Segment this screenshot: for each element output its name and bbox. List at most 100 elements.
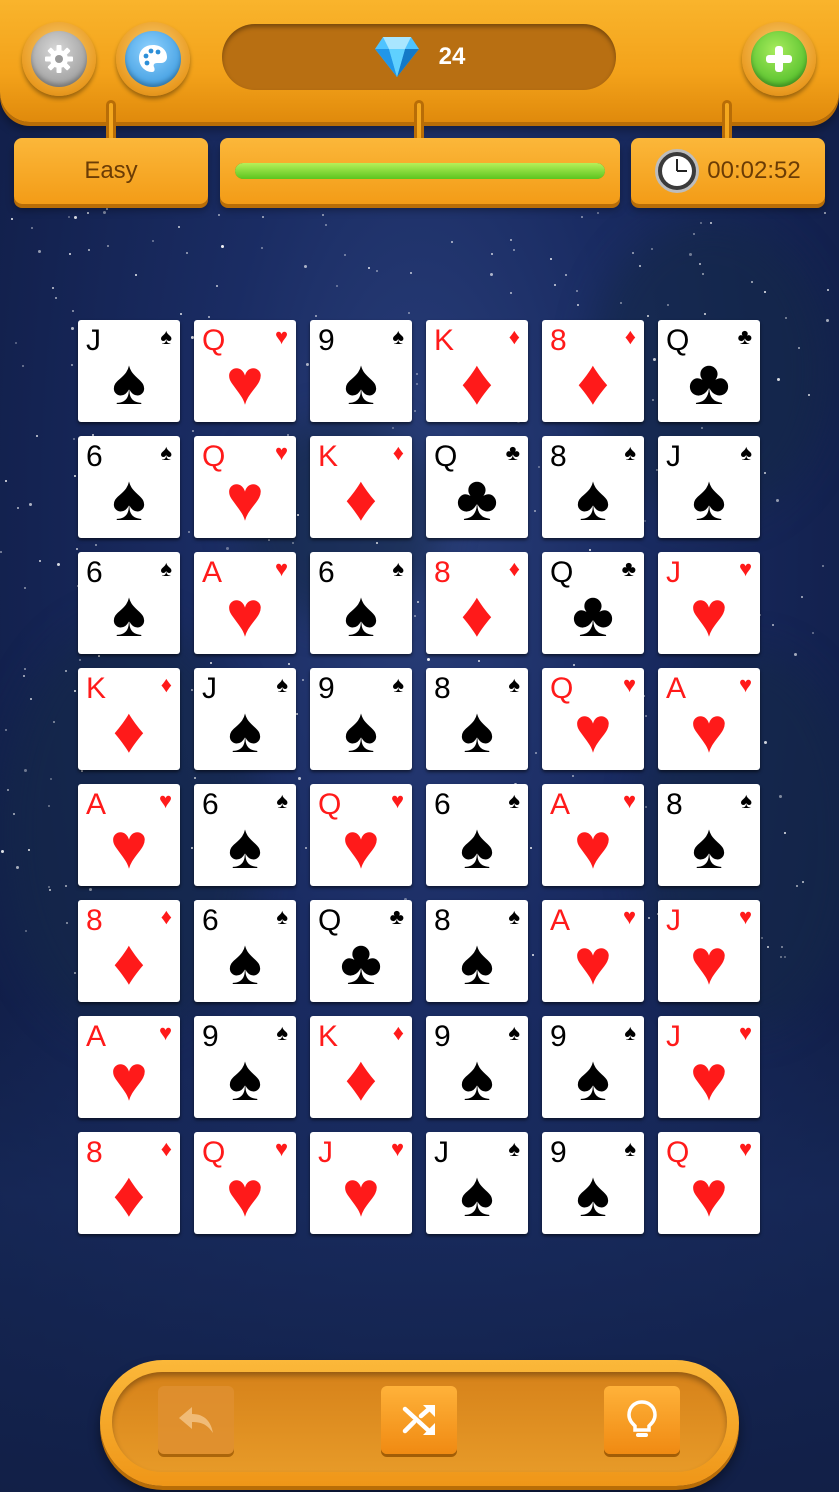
card[interactable]: A ♥ ♥ — [542, 784, 644, 886]
shuffle-icon — [402, 1405, 435, 1435]
palette-icon — [139, 45, 167, 72]
card[interactable]: K ♦ ♦ — [78, 668, 180, 770]
spade-icon: ♠ — [344, 578, 378, 650]
heart-icon: ♥ — [690, 578, 728, 650]
diamond-icon: ♦ — [112, 694, 146, 766]
card[interactable]: Q ♣ ♣ — [310, 900, 412, 1002]
card[interactable]: Q ♥ ♥ — [542, 668, 644, 770]
card[interactable]: A ♥ ♥ — [658, 668, 760, 770]
club-icon: ♣ — [737, 324, 752, 349]
card[interactable]: 9 ♠ ♠ — [310, 668, 412, 770]
add-gems-button[interactable] — [742, 22, 816, 96]
card[interactable]: 9 ♠ ♠ — [194, 1016, 296, 1118]
spade-icon: ♠ — [112, 462, 146, 534]
heart-icon: ♥ — [226, 346, 264, 418]
card[interactable]: J ♠ ♠ — [658, 436, 760, 538]
club-icon: ♣ — [572, 578, 614, 650]
spade-icon: ♠ — [740, 788, 752, 813]
spade-icon: ♠ — [460, 810, 494, 882]
shuffle-button[interactable] — [381, 1386, 457, 1454]
spade-icon: ♠ — [576, 1042, 610, 1114]
card[interactable]: 6 ♠ ♠ — [194, 900, 296, 1002]
card[interactable]: Q ♥ ♥ — [194, 436, 296, 538]
spade-icon: ♠ — [692, 462, 726, 534]
card[interactable]: Q ♥ ♥ — [194, 1132, 296, 1234]
card[interactable]: J ♥ ♥ — [658, 900, 760, 1002]
card[interactable]: 9 ♠ ♠ — [542, 1132, 644, 1234]
plus-icon — [766, 46, 792, 72]
card[interactable]: J ♥ ♥ — [658, 552, 760, 654]
card[interactable]: J ♠ ♠ — [426, 1132, 528, 1234]
club-icon: ♣ — [688, 346, 730, 418]
diamond-icon — [374, 37, 419, 77]
gem-counter: 24 — [222, 24, 616, 90]
progress-plate — [220, 138, 620, 204]
card[interactable]: 6 ♠ ♠ — [310, 552, 412, 654]
card[interactable]: 8 ♦ ♦ — [542, 320, 644, 422]
card[interactable]: 9 ♠ ♠ — [426, 1016, 528, 1118]
card[interactable]: 6 ♠ ♠ — [426, 784, 528, 886]
card[interactable]: A ♥ ♥ — [194, 552, 296, 654]
card[interactable]: K ♦ ♦ — [426, 320, 528, 422]
card[interactable]: 8 ♦ ♦ — [78, 900, 180, 1002]
card[interactable]: 8 ♦ ♦ — [426, 552, 528, 654]
heart-icon: ♥ — [274, 324, 288, 349]
spade-icon: ♠ — [392, 324, 404, 349]
theme-button[interactable] — [116, 22, 190, 96]
heart-icon: ♥ — [274, 440, 288, 465]
card[interactable]: A ♥ ♥ — [542, 900, 644, 1002]
card[interactable]: 6 ♠ ♠ — [78, 552, 180, 654]
diamond-icon: ♦ — [112, 1158, 146, 1230]
card[interactable]: Q ♣ ♣ — [542, 552, 644, 654]
spade-icon: ♠ — [460, 1158, 494, 1230]
spade-icon: ♠ — [624, 1020, 636, 1045]
card[interactable]: 6 ♠ ♠ — [194, 784, 296, 886]
card[interactable]: 6 ♠ ♠ — [78, 436, 180, 538]
card[interactable]: A ♥ ♥ — [78, 1016, 180, 1118]
card[interactable]: Q ♥ ♥ — [310, 784, 412, 886]
card[interactable]: Q ♣ ♣ — [658, 320, 760, 422]
card[interactable]: Q ♣ ♣ — [426, 436, 528, 538]
difficulty-plate: Easy — [14, 138, 208, 204]
card[interactable]: A ♥ ♥ — [78, 784, 180, 886]
card[interactable]: J ♥ ♥ — [658, 1016, 760, 1118]
card[interactable]: K ♦ ♦ — [310, 1016, 412, 1118]
card[interactable]: 9 ♠ ♠ — [310, 320, 412, 422]
diamond-icon: ♦ — [112, 926, 146, 998]
card[interactable]: J ♥ ♥ — [310, 1132, 412, 1234]
hint-button[interactable] — [604, 1386, 680, 1454]
card[interactable]: 8 ♠ ♠ — [542, 436, 644, 538]
club-icon: ♣ — [456, 462, 498, 534]
card[interactable]: J ♠ ♠ — [78, 320, 180, 422]
lightbulb-icon — [627, 1400, 657, 1437]
heart-icon: ♥ — [690, 926, 728, 998]
spade-icon: ♠ — [112, 346, 146, 418]
diamond-icon: ♦ — [508, 324, 520, 349]
card[interactable]: K ♦ ♦ — [310, 436, 412, 538]
card[interactable]: 9 ♠ ♠ — [542, 1016, 644, 1118]
card[interactable]: 8 ♦ ♦ — [78, 1132, 180, 1234]
heart-icon: ♥ — [342, 810, 380, 882]
spade-icon: ♠ — [112, 578, 146, 650]
card[interactable]: J ♠ ♠ — [194, 668, 296, 770]
diamond-icon: ♦ — [344, 462, 378, 534]
spade-icon: ♠ — [624, 1136, 636, 1161]
heart-icon: ♥ — [226, 1158, 264, 1230]
settings-button[interactable] — [22, 22, 96, 96]
club-icon: ♣ — [621, 556, 636, 581]
card[interactable]: Q ♥ ♥ — [194, 320, 296, 422]
heart-icon: ♥ — [158, 1020, 172, 1045]
undo-button[interactable] — [158, 1386, 234, 1454]
undo-icon — [179, 1407, 213, 1433]
card[interactable]: Q ♥ ♥ — [658, 1132, 760, 1234]
spade-icon: ♠ — [276, 788, 288, 813]
difficulty-label: Easy — [84, 157, 138, 184]
heart-icon: ♥ — [622, 672, 636, 697]
card[interactable]: 8 ♠ ♠ — [426, 668, 528, 770]
heart-icon: ♥ — [158, 788, 172, 813]
heart-icon: ♥ — [690, 1158, 728, 1230]
diamond-icon: ♦ — [392, 1020, 404, 1045]
card[interactable]: 8 ♠ ♠ — [658, 784, 760, 886]
card[interactable]: 8 ♠ ♠ — [426, 900, 528, 1002]
spade-icon: ♠ — [508, 672, 520, 697]
